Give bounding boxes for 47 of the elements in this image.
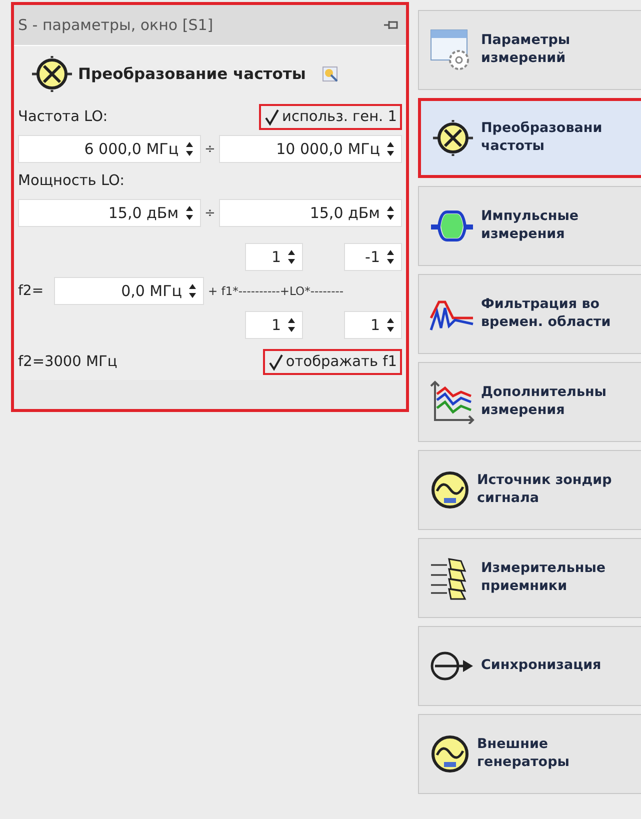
spinner-arrows-icon[interactable] <box>386 316 395 334</box>
nav-button[interactable]: Внешние генераторы <box>418 714 641 794</box>
nav-button[interactable]: Синхронизация <box>418 626 641 706</box>
formula-label: f2= <box>18 283 45 299</box>
spinner-arrows-icon[interactable] <box>386 248 395 266</box>
range-separator: ÷ <box>204 206 216 220</box>
number-field[interactable]: 1 <box>245 243 303 271</box>
range-separator: ÷ <box>204 142 216 156</box>
number-field[interactable]: 0,0 МГц <box>54 277 204 305</box>
number-field[interactable]: -1 <box>344 243 402 271</box>
spinner-arrows-icon[interactable] <box>386 140 395 158</box>
section-title: Преобразование частоты <box>78 65 306 83</box>
checkmark-icon <box>264 108 280 126</box>
mixer-icon <box>30 54 74 94</box>
field-label: Мощность LO: <box>18 173 125 189</box>
nav-button[interactable]: Дополнительны измерения <box>418 362 641 442</box>
result-text: f2=3000 МГц <box>18 354 118 370</box>
mixer-icon <box>431 118 475 158</box>
number-field[interactable]: 1 <box>344 311 402 339</box>
nav-button[interactable]: Источник зондир сигнала <box>418 450 641 530</box>
number-field[interactable]: 15,0 дБм <box>18 199 201 227</box>
field-label: Частота LO: <box>18 109 108 125</box>
spinner-arrows-icon[interactable] <box>287 248 296 266</box>
line-chart-icon <box>429 380 475 424</box>
formula-terms: + f1*----------+LO*-------- <box>207 284 345 298</box>
nav-button[interactable]: Измерительные приемники <box>418 538 641 618</box>
checkmark-icon <box>268 353 284 371</box>
spinner-arrows-icon[interactable] <box>188 282 197 300</box>
nav-button[interactable]: Импульсные измерения <box>418 186 641 266</box>
nav-button[interactable]: Преобразовани частоты <box>418 98 641 178</box>
spinner-arrows-icon[interactable] <box>287 316 296 334</box>
panel-title: S - параметры, окно [S1] <box>18 16 214 34</box>
number-field[interactable]: 6 000,0 МГц <box>18 135 201 163</box>
sine-source-icon <box>429 469 471 511</box>
number-field[interactable]: 15,0 дБм <box>219 199 402 227</box>
sine-source-icon <box>429 733 471 775</box>
number-field[interactable]: 10 000,0 МГц <box>219 135 402 163</box>
spinner-arrows-icon[interactable] <box>184 204 194 222</box>
number-field[interactable]: 1 <box>245 311 303 339</box>
show-f1-checkbox[interactable]: отображать f1 <box>262 349 402 375</box>
nav-button[interactable]: Параметры измерений <box>418 10 641 90</box>
nav-button[interactable]: Фильтрация во времен. области <box>418 274 641 354</box>
spinner-arrows-icon[interactable] <box>386 204 395 222</box>
wizard-icon[interactable] <box>320 64 340 84</box>
generator-checkbox[interactable]: использ. ген. 1 <box>259 104 402 130</box>
spinner-arrows-icon[interactable] <box>184 140 194 158</box>
pin-icon[interactable] <box>384 20 398 30</box>
